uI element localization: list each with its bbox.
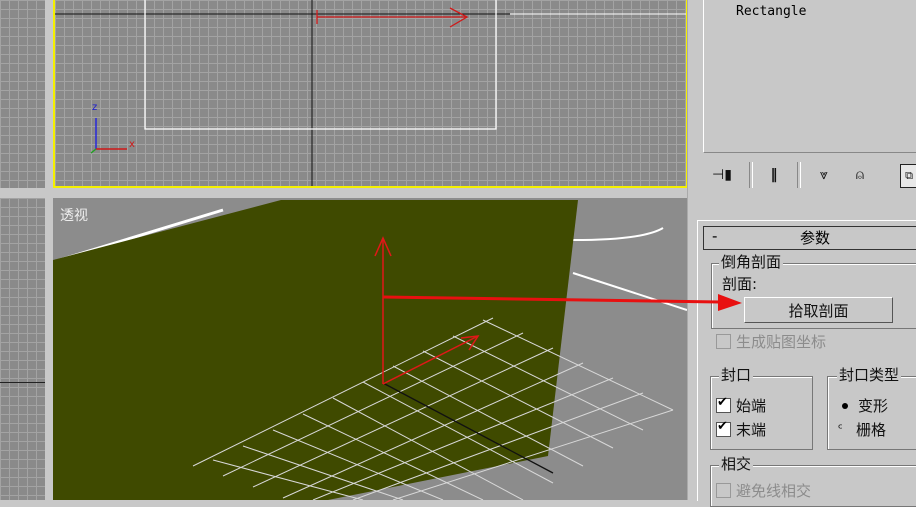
- cap-morph-row[interactable]: 变形: [838, 395, 888, 416]
- cap-start-checkbox[interactable]: ✔: [716, 395, 731, 413]
- rectangle-shape: [144, 0, 497, 130]
- axis-tripod-z-label: z: [92, 102, 98, 113]
- pick-profile-button[interactable]: 拾取剖面: [744, 297, 893, 323]
- viewport-divider-vertical: [45, 0, 53, 500]
- panel-edge: [687, 0, 694, 500]
- left-bottom-viewport[interactable]: [0, 198, 45, 500]
- collapse-icon[interactable]: -: [712, 227, 717, 245]
- front-viewport-scene: [55, 0, 686, 186]
- configure-modifier-sets-icon[interactable]: ⧉: [900, 164, 916, 188]
- cap-grid-row[interactable]: ᶜ 栅格: [838, 419, 886, 440]
- generate-mapping-checkbox[interactable]: [716, 334, 731, 349]
- stack-item-rectangle[interactable]: Rectangle: [736, 4, 806, 19]
- parameters-rollout-header[interactable]: - 参数: [703, 226, 916, 250]
- perspective-scene: [53, 200, 687, 500]
- background-curve-3: [572, 272, 687, 311]
- toolbar-separator: [749, 162, 753, 188]
- generate-mapping-checkbox-row[interactable]: 生成贴图坐标: [716, 331, 826, 352]
- cap-morph-radio[interactable]: [838, 398, 852, 413]
- cap-start-label: 始端: [736, 397, 767, 415]
- intersect-group-title: 相交: [719, 453, 754, 474]
- cap-end-row[interactable]: ✔ 末端: [716, 419, 766, 440]
- bevel-profile-model: [53, 200, 578, 500]
- viewport-axis-line: [0, 382, 45, 383]
- generate-mapping-label: 生成贴图坐标: [736, 333, 827, 351]
- cap-end-checkbox[interactable]: ✔: [716, 419, 731, 437]
- pin-stack-icon[interactable]: ⊣▮: [709, 164, 735, 186]
- cap-end-label: 末端: [736, 421, 767, 439]
- viewport-divider-horizontal: [0, 188, 693, 198]
- rollout-title: 参数: [800, 229, 831, 247]
- perspective-label[interactable]: 透视: [60, 205, 88, 225]
- toolbar-separator: [797, 162, 801, 188]
- show-end-result-icon[interactable]: ‖: [761, 164, 787, 186]
- background-curve-2: [572, 227, 664, 241]
- cap-group-title: 封口: [719, 364, 754, 385]
- cap-type-group-title: 封口类型: [837, 364, 902, 385]
- cap-grid-radio[interactable]: ᶜ: [838, 423, 850, 436]
- modifier-stack-toolbar: ⊣▮ ‖ ⩔ ⍝ ⧉: [693, 152, 916, 196]
- avoid-self-intersect-checkbox[interactable]: [716, 483, 731, 498]
- axis-tripod-y: [90, 148, 97, 154]
- bevel-profile-group-title: 倒角剖面: [719, 251, 784, 272]
- avoid-self-intersect-label: 避免线相交: [736, 482, 812, 500]
- cap-morph-label: 变形: [858, 397, 889, 415]
- profile-label: 剖面:: [720, 273, 760, 294]
- modifier-stack-list[interactable]: Rectangle: [703, 0, 916, 153]
- perspective-viewport[interactable]: 透视: [53, 198, 687, 500]
- avoid-self-intersect-row[interactable]: 避免线相交: [716, 480, 811, 501]
- cap-grid-label: 栅格: [856, 421, 887, 439]
- front-viewport[interactable]: z x: [53, 0, 688, 188]
- remove-modifier-icon[interactable]: ⩔: [811, 164, 837, 186]
- make-unique-icon[interactable]: ⍝: [847, 164, 873, 186]
- axis-tripod-x-label: x: [129, 139, 135, 150]
- cap-start-row[interactable]: ✔ 始端: [716, 395, 766, 416]
- left-top-viewport[interactable]: [0, 0, 45, 188]
